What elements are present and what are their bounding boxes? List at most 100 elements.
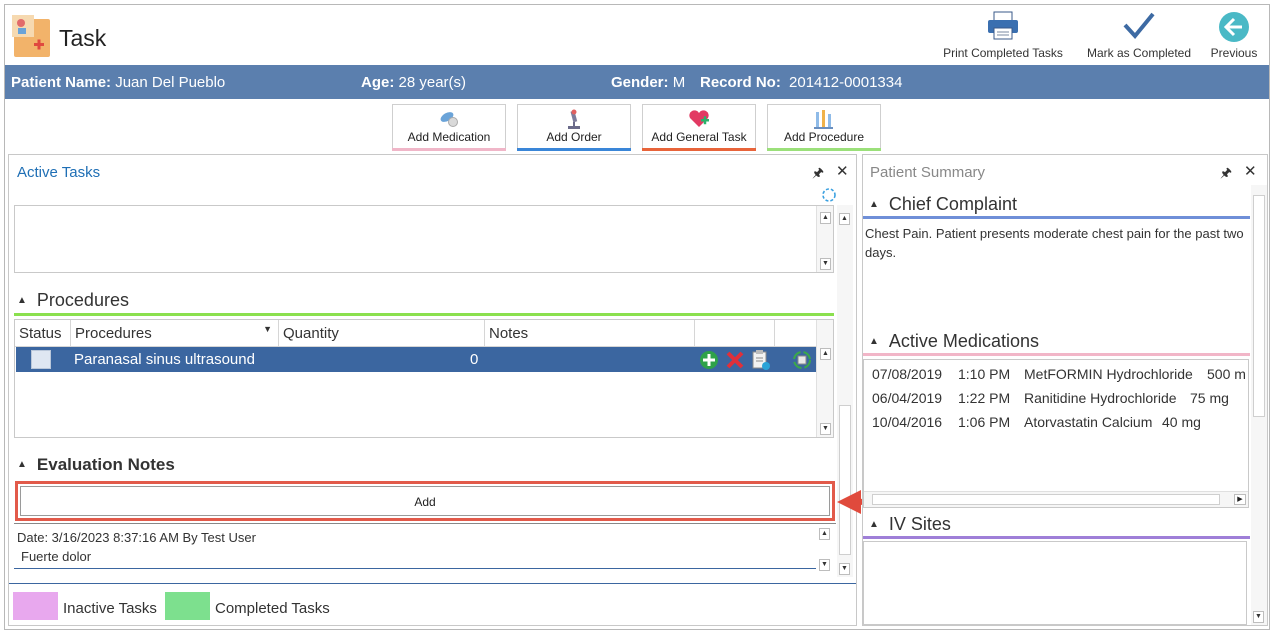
procedures-grid: Status Procedures ▼ Quantity Notes Parana…: [14, 319, 834, 438]
add-medication-button[interactable]: Add Medication: [392, 104, 506, 151]
evaluation-notes-heading: Evaluation Notes: [36, 455, 175, 474]
active-medications-section-header[interactable]: ▲ Active Medications: [869, 331, 1039, 352]
med-time: 1:06 PM: [958, 414, 1011, 430]
panel-scrollbar[interactable]: ▲ ▼: [837, 205, 853, 577]
previous-label: Previous: [1210, 46, 1258, 60]
table-row[interactable]: Paranasal sinus ultrasound 0: [16, 347, 816, 372]
add-procedure-label: Add Procedure: [783, 130, 865, 144]
refresh-icon[interactable]: [821, 187, 837, 203]
active-medications-underline: [863, 353, 1250, 356]
scroll-thumb[interactable]: [839, 405, 851, 555]
mark-as-completed-button[interactable]: Mark as Completed: [1083, 5, 1195, 65]
med-date: 10/04/2016: [872, 414, 943, 430]
legend-divider: [9, 583, 856, 584]
inactive-legend-label: Inactive Tasks: [63, 600, 157, 617]
pills-icon: [440, 112, 458, 127]
collapse-triangle-icon: ▲: [17, 295, 27, 306]
procedures-heading: Procedures: [36, 290, 129, 310]
scroll-down-arrow[interactable]: ▼: [1253, 611, 1264, 623]
scroll-up-arrow[interactable]: ▲: [820, 348, 831, 360]
scroll-down-arrow[interactable]: ▼: [820, 423, 831, 435]
procedure-name: Paranasal sinus ultrasound: [74, 351, 255, 368]
collapse-triangle-icon: ▲: [869, 199, 879, 210]
medications-hscrollbar[interactable]: ▶: [864, 491, 1248, 507]
med-time: 1:22 PM: [958, 390, 1011, 406]
med-dose: 75 mg: [1190, 390, 1229, 406]
med-date: 06/04/2019: [872, 390, 943, 406]
column-header-notes[interactable]: Notes: [485, 320, 695, 346]
patient-summary-title: Patient Summary: [870, 164, 986, 181]
add-note-button[interactable]: Add: [20, 486, 830, 516]
evaluation-notes-list: Date: 3/16/2023 8:37:16 AM By Test User …: [14, 523, 836, 571]
evaluation-notes-section-header[interactable]: ▲ Evaluation Notes: [17, 455, 175, 475]
procedures-scrollbar[interactable]: ▲ ▼: [816, 320, 833, 437]
sort-dropdown-icon: ▼: [263, 324, 272, 334]
add-general-task-label: Add General Task: [651, 130, 747, 144]
chief-complaint-underline: [863, 216, 1250, 219]
procedure-quantity: 0: [470, 351, 479, 368]
patient-summary-panel: Patient Summary 🖈 ✕ ▲ Chief Complaint Che…: [862, 154, 1268, 626]
completed-legend-swatch: [165, 592, 210, 620]
scroll-down-arrow[interactable]: ▼: [819, 559, 830, 571]
microscope-icon: [568, 109, 580, 129]
column-header-status[interactable]: Status: [15, 320, 71, 346]
iv-sites-underline: [863, 536, 1250, 539]
record-number: 201412-0001334: [789, 74, 903, 91]
add-order-label: Add Order: [546, 130, 602, 144]
pin-icon[interactable]: 🖈: [812, 164, 824, 186]
close-icon[interactable]: ✕: [836, 162, 849, 180]
patient-name-label: Patient Name:: [11, 74, 112, 91]
med-dose: 500 m: [1207, 366, 1246, 382]
chief-complaint-section-header[interactable]: ▲ Chief Complaint: [869, 194, 1017, 215]
scroll-down-arrow[interactable]: ▼: [820, 258, 831, 270]
active-medications-heading: Active Medications: [888, 331, 1039, 351]
note-divider: [14, 568, 816, 569]
add-general-task-button[interactable]: Add General Task: [642, 104, 756, 151]
back-arrow-icon: [1219, 12, 1249, 42]
previous-button[interactable]: Previous: [1207, 5, 1261, 65]
procedures-section-header[interactable]: ▲ Procedures: [17, 290, 129, 311]
column-header-procedures[interactable]: Procedures ▼: [71, 320, 279, 346]
column-header-quantity[interactable]: Quantity: [279, 320, 485, 346]
tasks-list-scrollbar[interactable]: ▲ ▼: [816, 206, 833, 272]
pin-icon[interactable]: 🖈: [1220, 164, 1232, 186]
iv-sites-section-header[interactable]: ▲ IV Sites: [869, 514, 951, 535]
inactive-legend-swatch: [13, 592, 58, 620]
print-completed-tasks-button[interactable]: Print Completed Tasks: [940, 5, 1066, 65]
patient-age: 28 year(s): [398, 74, 467, 91]
add-medication-underline: [392, 148, 506, 151]
add-procedure-button[interactable]: Add Procedure: [767, 104, 881, 151]
scroll-thumb[interactable]: [872, 494, 1220, 505]
collapse-triangle-icon: ▲: [17, 459, 27, 470]
iv-sites-heading: IV Sites: [888, 514, 951, 534]
add-order-button[interactable]: Add Order: [517, 104, 631, 151]
summary-scrollbar[interactable]: ▼: [1251, 185, 1267, 625]
patient-info-bar: Patient Name: Juan Del Pueblo Age: 28 ye…: [5, 65, 1269, 99]
add-circle-icon[interactable]: [699, 350, 719, 370]
tasks-list-box[interactable]: ▲ ▼: [14, 205, 834, 273]
notes-refresh-icon[interactable]: [792, 350, 812, 370]
med-name: MetFORMIN Hydrochloride: [1024, 366, 1193, 382]
chief-complaint-text: Chest Pain. Patient presents moderate ch…: [865, 226, 1244, 260]
delete-x-icon[interactable]: [725, 350, 745, 370]
active-tasks-panel: Active Tasks 🖈 ✕ ▲ ▼ ▲ Procedures Status …: [8, 154, 857, 626]
age-label: Age:: [361, 74, 395, 91]
med-name: Ranitidine Hydrochloride: [1024, 390, 1177, 406]
column-header-procedures-label: Procedures: [75, 325, 152, 342]
printer-icon: [988, 11, 1018, 40]
status-checkbox[interactable]: [31, 350, 51, 369]
clipboard-add-icon[interactable]: [751, 349, 771, 371]
close-icon[interactable]: ✕: [1244, 162, 1257, 180]
scroll-up-arrow[interactable]: ▲: [819, 528, 830, 540]
scroll-thumb[interactable]: [1253, 195, 1265, 417]
scroll-up-arrow[interactable]: ▲: [839, 213, 850, 225]
scroll-up-arrow[interactable]: ▲: [820, 212, 831, 224]
mark-as-completed-label: Mark as Completed: [1086, 46, 1192, 60]
scroll-down-arrow[interactable]: ▼: [839, 563, 850, 575]
gender-label: Gender:: [611, 74, 669, 91]
med-time: 1:10 PM: [958, 366, 1011, 382]
column-header-extra: [775, 320, 817, 346]
notes-scrollbar[interactable]: ▲ ▼: [816, 524, 833, 571]
page-title: Task: [59, 25, 107, 51]
scroll-right-arrow[interactable]: ▶: [1234, 494, 1246, 505]
